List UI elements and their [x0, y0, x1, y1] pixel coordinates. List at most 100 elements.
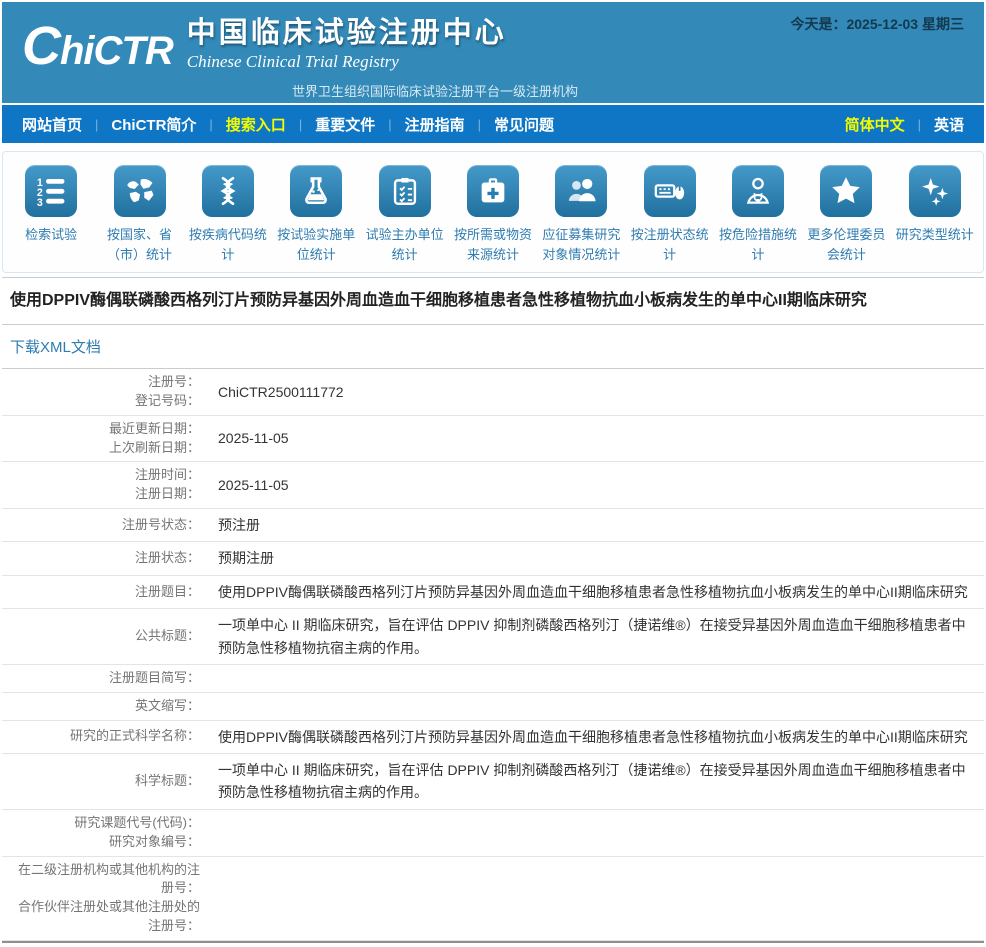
table-row: 英文缩写： [2, 693, 984, 721]
table-row: 在二级注册机构或其他机构的注册号：合作伙伴注册处或其他注册处的注册号： [2, 857, 984, 941]
row-value: 一项单中心 II 期临床研究，旨在评估 DPPIV 抑制剂磷酸西格列汀（捷诺维®… [214, 609, 984, 664]
table-row: 注册题目：使用DPPIV酶偶联磷酸西格列汀片预防异基因外周血造血干细胞移植患者急… [2, 576, 984, 609]
numbered-list-icon: 123 [25, 165, 77, 217]
row-value [214, 668, 984, 689]
stat-label: 按注册状态统计 [626, 225, 714, 264]
who-platform-subtitle: 世界卫生组织国际临床试验注册平台一级注册机构 [292, 81, 578, 100]
download-xml-link[interactable]: 下载XML文档 [10, 339, 101, 356]
stat-item-7[interactable]: 应征募集研究对象情况统计 [537, 165, 625, 264]
table-row: 注册题目简写： [2, 665, 984, 693]
row-label: 注册题目： [2, 579, 214, 606]
table-row: 注册时间：注册日期：2025-11-05 [2, 462, 984, 509]
dna-icon [202, 165, 254, 217]
stat-label: 按疾病代码统计 [184, 225, 272, 264]
row-value: 预期注册 [214, 542, 984, 574]
site-title-chinese: 中国临床试验注册中心 [187, 15, 507, 51]
nav-item-3[interactable]: 搜索入口 [226, 114, 286, 135]
world-map-icon [114, 165, 166, 217]
stat-item-5[interactable]: 试验主办单位统计 [360, 165, 448, 264]
nav-item-6[interactable]: 常见问题 [494, 114, 554, 135]
page: ChiCTR 中国临床试验注册中心 Chinese Clinical Trial… [0, 0, 986, 947]
row-value: 一项单中心 II 期临床研究，旨在评估 DPPIV 抑制剂磷酸西格列汀（捷诺维®… [214, 754, 984, 809]
stat-item-11[interactable]: 研究类型统计 [891, 165, 979, 264]
nav-item-2[interactable]: ChiCTR简介 [111, 114, 196, 135]
medical-kit-icon [467, 165, 519, 217]
language-link-1[interactable]: 简体中文 [845, 114, 905, 135]
stat-label: 检索试验 [25, 225, 77, 245]
stat-item-6[interactable]: 按所需或物资来源统计 [449, 165, 537, 264]
stat-item-3[interactable]: 按疾病代码统计 [184, 165, 272, 264]
row-value: ChiCTR2500111772 [214, 376, 984, 408]
stat-label: 研究类型统计 [896, 225, 974, 245]
stat-item-10[interactable]: 更多伦理委员会统计 [802, 165, 890, 264]
nav-item-1[interactable]: 网站首页 [22, 114, 82, 135]
people-icon [555, 165, 607, 217]
quick-stats-panel: 123 检索试验按国家、省（市）统计按疾病代码统计按试验实施单位统计试验主办单位统… [2, 151, 984, 273]
brand-block: 中国临床试验注册中心 Chinese Clinical Trial Regist… [187, 15, 507, 72]
row-label: 注册号：登记号码： [2, 369, 214, 415]
table-row: 公共标题：一项单中心 II 期临床研究，旨在评估 DPPIV 抑制剂磷酸西格列汀… [2, 609, 984, 665]
stat-label: 应征募集研究对象情况统计 [537, 225, 625, 264]
row-label: 研究的正式科学名称： [2, 723, 214, 750]
row-label: 注册状态： [2, 545, 214, 572]
row-label: 注册时间：注册日期： [2, 462, 214, 508]
keyboard-mouse-icon [644, 165, 696, 217]
detail-table: 注册号：登记号码：ChiCTR2500111772最近更新日期：上次刷新日期：2… [2, 369, 984, 941]
xml-download-section: 下载XML文档 [2, 325, 984, 369]
table-row: 注册状态：预期注册 [2, 542, 984, 575]
main-nav: 网站首页 | ChiCTR简介 | 搜索入口 | 重要文件 | 注册指南 | 常见问题 简体中文 | 英… [2, 105, 984, 143]
row-label: 研究课题代号(代码)：研究对象编号： [2, 810, 214, 856]
row-value: 预注册 [214, 509, 984, 541]
stat-label: 按试验实施单位统计 [272, 225, 360, 264]
language-switch: 简体中文 | 英语 [845, 114, 964, 135]
stat-item-2[interactable]: 按国家、省（市）统计 [95, 165, 183, 264]
row-label: 在二级注册机构或其他机构的注册号：合作伙伴注册处或其他注册处的注册号： [2, 857, 214, 940]
stat-label: 按国家、省（市）统计 [96, 225, 184, 264]
row-value: 2025-11-05 [214, 469, 984, 501]
row-value [214, 822, 984, 843]
nav-item-4[interactable]: 重要文件 [315, 114, 375, 135]
nav-menu: 网站首页|ChiCTR简介|搜索入口|重要文件|注册指南|常见问题 [22, 114, 554, 135]
row-value [214, 696, 984, 717]
row-label: 公共标题： [2, 623, 214, 650]
stat-label: 按所需或物资来源统计 [449, 225, 537, 264]
row-label: 注册号状态： [2, 512, 214, 539]
row-label: 英文缩写： [2, 693, 214, 720]
row-label: 科学标题： [2, 768, 214, 795]
stat-label: 试验主办单位统计 [361, 225, 449, 264]
site-header: ChiCTR 中国临床试验注册中心 Chinese Clinical Trial… [2, 2, 984, 103]
stat-item-4[interactable]: 按试验实施单位统计 [272, 165, 360, 264]
stat-label: 按危险措施统计 [714, 225, 802, 264]
doctor-icon [732, 165, 784, 217]
site-title-english: Chinese Clinical Trial Registry [187, 52, 507, 72]
sparkles-icon [909, 165, 961, 217]
table-row: 注册号状态：预注册 [2, 509, 984, 542]
row-value: 使用DPPIV酶偶联磷酸西格列汀片预防异基因外周血造血干细胞移植患者急性移植物抗… [214, 576, 984, 608]
language-link-2[interactable]: 英语 [934, 114, 964, 135]
trial-page-title: 使用DPPIV酶偶联磷酸西格列汀片预防异基因外周血造血干细胞移植患者急性移植物抗… [2, 277, 984, 325]
stat-label: 更多伦理委员会统计 [802, 225, 890, 264]
stat-item-1[interactable]: 123 检索试验 [7, 165, 95, 264]
row-value [214, 888, 984, 909]
stat-item-9[interactable]: 按危险措施统计 [714, 165, 802, 264]
nav-separator: | [478, 117, 481, 132]
table-row: 最近更新日期：上次刷新日期：2025-11-05 [2, 416, 984, 463]
flask-icon [290, 165, 342, 217]
bottom-divider [2, 941, 984, 947]
table-row: 研究课题代号(代码)：研究对象编号： [2, 810, 984, 857]
nav-separator: | [388, 117, 391, 132]
nav-separator: | [918, 117, 921, 132]
row-value: 使用DPPIV酶偶联磷酸西格列汀片预防异基因外周血造血干细胞移植患者急性移植物抗… [214, 721, 984, 753]
row-label: 最近更新日期：上次刷新日期： [2, 416, 214, 462]
stat-item-8[interactable]: 按注册状态统计 [626, 165, 714, 264]
nav-separator: | [95, 117, 98, 132]
nav-item-5[interactable]: 注册指南 [405, 114, 465, 135]
star-icon [820, 165, 872, 217]
today-date: 今天是：2025-12-03 星期三 [790, 14, 964, 34]
nav-separator: | [299, 117, 302, 132]
table-row: 研究的正式科学名称：使用DPPIV酶偶联磷酸西格列汀片预防异基因外周血造血干细胞… [2, 721, 984, 754]
chictr-logo[interactable]: ChiCTR [22, 15, 173, 77]
svg-text:3: 3 [37, 197, 43, 208]
table-row: 科学标题：一项单中心 II 期临床研究，旨在评估 DPPIV 抑制剂磷酸西格列汀… [2, 754, 984, 810]
table-row: 注册号：登记号码：ChiCTR2500111772 [2, 369, 984, 416]
